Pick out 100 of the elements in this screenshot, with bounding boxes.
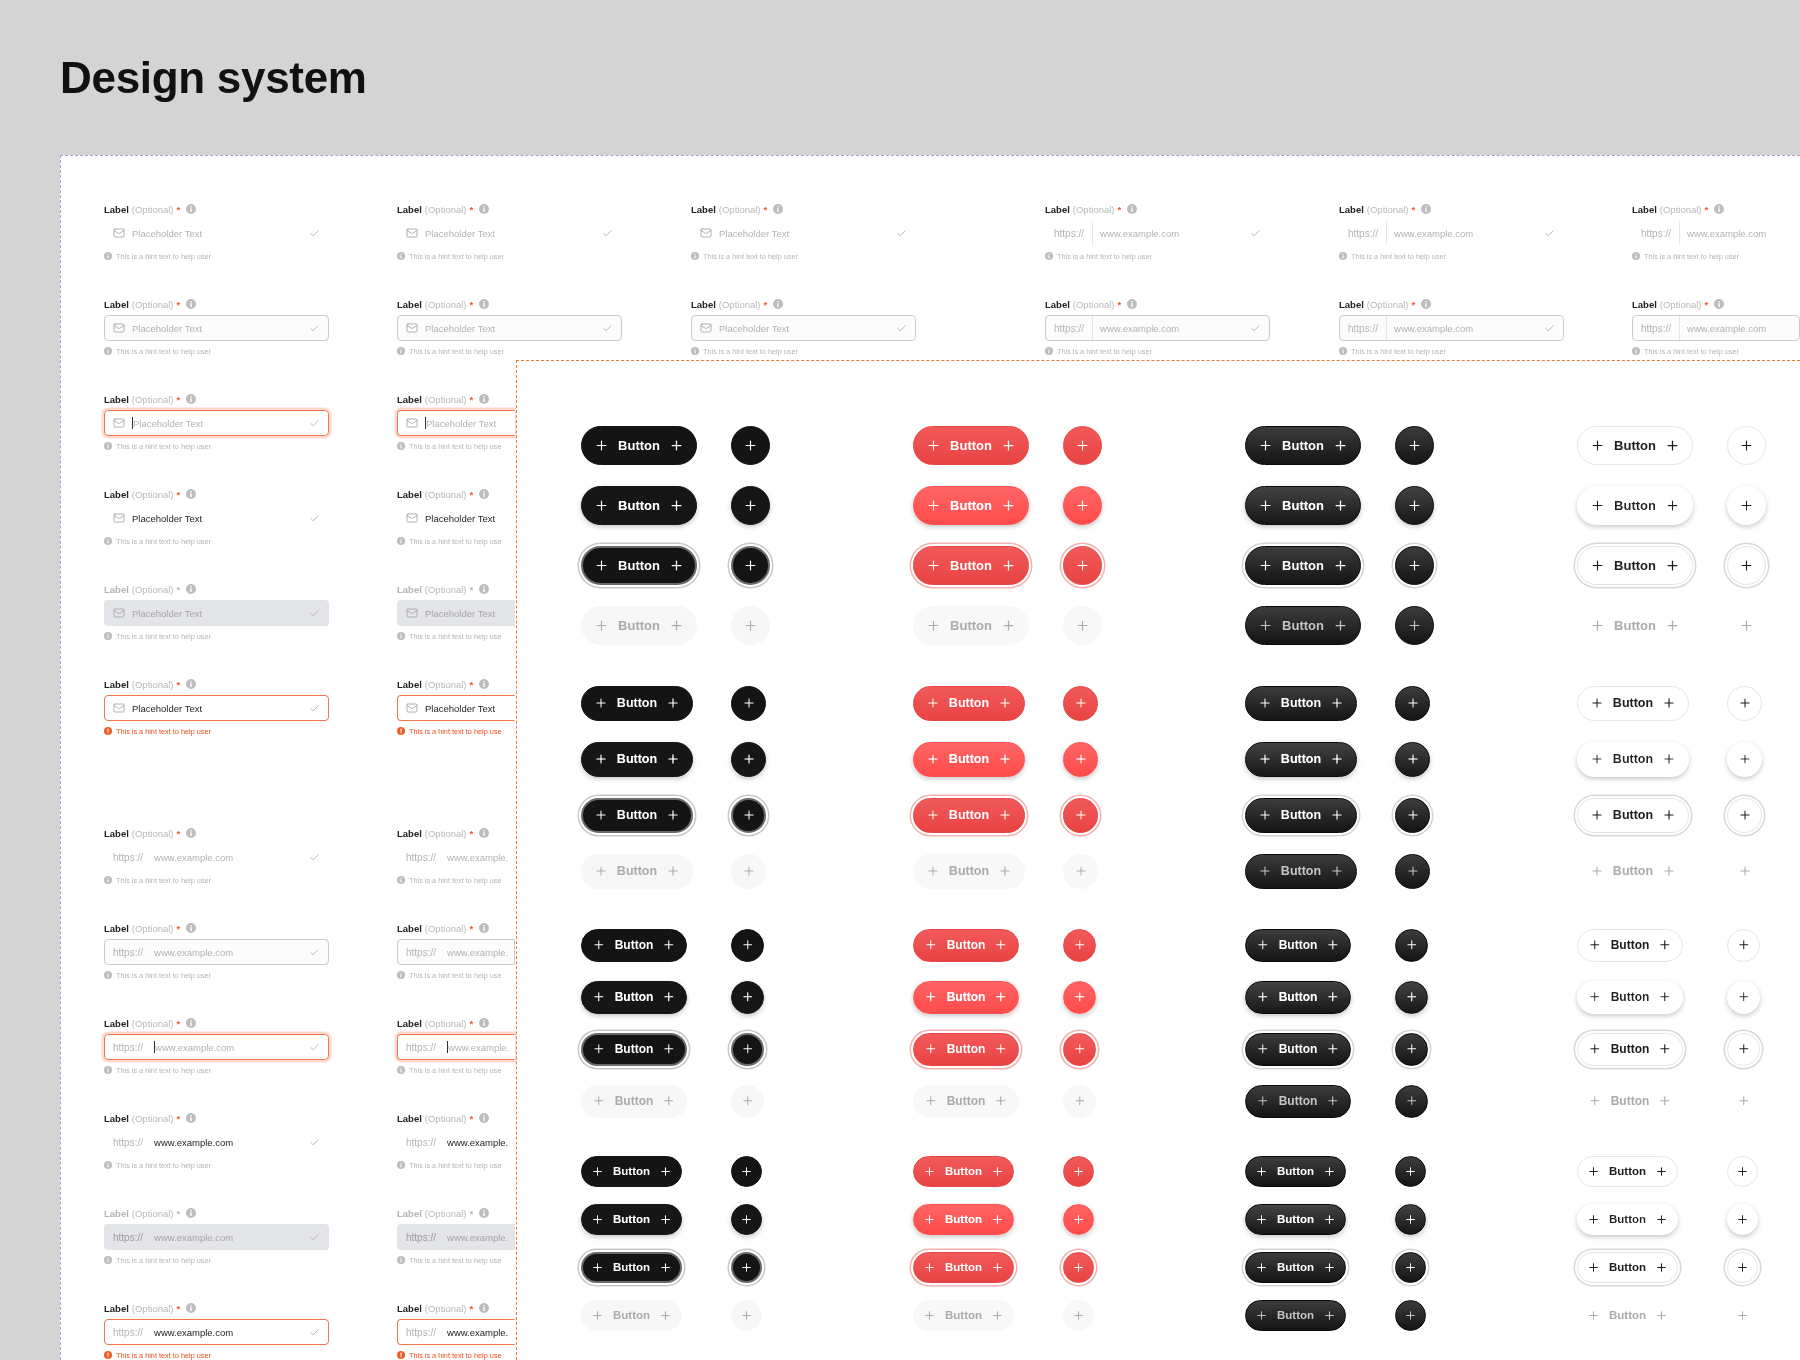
button[interactable]: Button [581,685,693,721]
button[interactable]: Button [1245,797,1357,833]
button[interactable]: Button [581,797,693,833]
field-label: Label [104,1017,129,1029]
button[interactable]: Button [1577,928,1683,962]
button[interactable]: Button [1245,1032,1351,1066]
button[interactable]: Button [1577,1203,1678,1235]
field-label: Label [397,678,422,690]
button[interactable]: Button [581,1032,687,1066]
field-label: Label [397,298,422,310]
optional-text: (Optional) [424,1017,467,1029]
optional-text: (Optional) [424,1207,467,1219]
button[interactable]: Button [1245,1251,1346,1283]
required-mark: * [469,583,474,595]
button[interactable]: Button [581,545,697,585]
button[interactable]: Button [1577,1155,1678,1187]
optional-text: (Optional) [131,583,174,595]
field-label: Label [397,827,422,839]
button[interactable]: Button [1577,485,1693,525]
field-label: Label [104,922,129,934]
placeholder-text: www.example.com [1687,227,1767,239]
required-mark: * [469,922,474,934]
input-field[interactable]: Placeholder Text [104,695,329,721]
button[interactable]: Button [1577,797,1689,833]
url-prefix: https:// [406,850,437,865]
button[interactable]: Button [913,1032,1019,1066]
field-label: Label [397,203,422,215]
button[interactable]: Button [581,485,697,525]
button[interactable]: Button [913,685,1025,721]
field-label: Label [397,1302,422,1314]
placeholder-text: Placeholder Text [719,227,790,239]
field-label: Label [397,1207,422,1219]
required-mark: * [1117,203,1122,215]
input-field[interactable]: Placeholder Text [397,695,515,721]
required-mark: * [176,393,181,405]
button[interactable]: Button [913,928,1019,962]
button[interactable]: Button [1245,1155,1346,1187]
optional-text: (Optional) [131,488,174,500]
optional-text: (Optional) [424,922,467,934]
button[interactable]: Button [1245,485,1361,525]
button[interactable]: Button [581,928,687,962]
placeholder-text: www.example.com [1100,227,1180,239]
placeholder-text: www.example.com [155,1041,235,1053]
url-prefix: https:// [1348,316,1387,340]
button[interactable]: Button [1577,545,1693,585]
placeholder-text: Placeholder Text [132,322,203,334]
optional-text: (Optional) [1366,298,1409,310]
button[interactable]: Button [1577,425,1693,465]
field-label: Label [1632,298,1657,310]
button[interactable]: Button [913,425,1029,465]
button[interactable]: Button [1577,741,1689,777]
input-field[interactable]: https:// www.example.com [104,1129,329,1155]
required-mark: * [1704,203,1709,215]
button[interactable]: Button [913,545,1029,585]
input-field[interactable]: https:// www.example. [397,1129,515,1155]
optional-text: (Optional) [424,203,467,215]
required-mark: * [176,922,181,934]
optional-text: (Optional) [131,1017,174,1029]
optional-text: (Optional) [424,393,467,405]
button[interactable]: Button [581,1251,682,1283]
button[interactable]: Button [1245,741,1357,777]
placeholder-text: Placeholder Text [133,417,204,429]
button[interactable]: Button [1245,980,1351,1014]
button[interactable]: Button [1245,545,1361,585]
input-value: Placeholder Text [132,512,203,524]
input-field[interactable]: Placeholder Text [397,505,515,531]
button[interactable]: Button [1245,928,1351,962]
input-value: Placeholder Text [425,702,496,714]
button[interactable]: Button [913,1155,1014,1187]
required-mark: * [469,1302,474,1314]
optional-text: (Optional) [424,827,467,839]
button[interactable]: Button [1577,980,1683,1014]
required-mark: * [176,1112,181,1124]
optional-text: (Optional) [424,583,467,595]
button[interactable]: Button [581,980,687,1014]
button[interactable]: Button [581,1203,682,1235]
url-prefix: https:// [406,1040,437,1055]
button[interactable]: Button [1577,685,1689,721]
input-field[interactable]: Placeholder Text [104,505,329,531]
button[interactable]: Button [1577,1251,1678,1283]
placeholder-text: Placeholder Text [425,322,496,334]
field-label: Label [104,1207,129,1219]
button[interactable]: Button [1577,1032,1683,1066]
button[interactable]: Button [1245,685,1357,721]
button[interactable]: Button [1245,1203,1346,1235]
field-label: Label [104,827,129,839]
input-field[interactable]: https:// www.example.com [104,1319,329,1345]
field-label: Label [104,298,129,310]
url-prefix: https:// [406,1325,437,1340]
button[interactable]: Button [581,425,697,465]
button[interactable]: Button [913,1251,1014,1283]
url-prefix: https:// [1641,316,1680,340]
input-value: www.example.com [154,1136,234,1148]
button[interactable]: Button [581,741,693,777]
input-field[interactable]: https:// www.example. [397,1319,515,1345]
button[interactable]: Button [581,1155,682,1187]
button[interactable]: Button [1245,425,1361,465]
required-mark: * [1117,298,1122,310]
optional-text: (Optional) [131,827,174,839]
button[interactable]: Button [913,797,1025,833]
